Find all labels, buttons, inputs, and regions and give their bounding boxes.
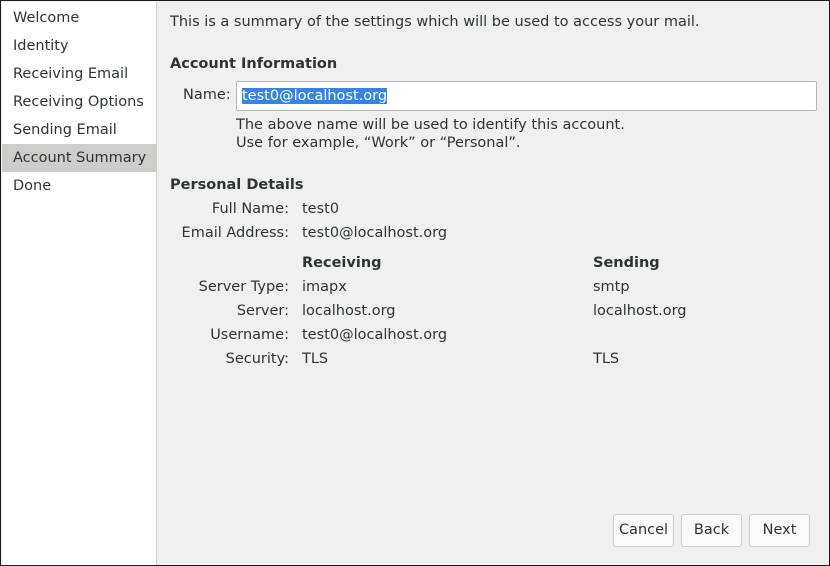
sidebar: Welcome Identity Receiving Email Receivi… xyxy=(2,2,157,565)
receiving-column-header: Receiving xyxy=(302,255,382,271)
server-label: Server: xyxy=(236,303,289,319)
security-label: Security: xyxy=(225,351,289,367)
name-hint-line2: Use for example, “Work” or “Personal”. xyxy=(236,135,521,151)
name-label: Name: xyxy=(183,87,231,103)
assistant-window: Welcome Identity Receiving Email Receivi… xyxy=(0,0,830,566)
sidebar-item-done[interactable]: Done xyxy=(2,172,157,200)
sending-security: TLS xyxy=(593,351,620,367)
sidebar-item-sending-email[interactable]: Sending Email xyxy=(2,116,157,144)
receiving-username: test0@localhost.org xyxy=(302,327,448,343)
full-name-label: Full Name: xyxy=(211,201,289,217)
sidebar-item-account-summary[interactable]: Account Summary xyxy=(2,144,157,172)
receiving-server: localhost.org xyxy=(302,303,396,319)
username-label: Username: xyxy=(210,327,289,343)
personal-details-heading: Personal Details xyxy=(170,177,304,193)
full-name-value: test0 xyxy=(302,201,340,217)
summary-page: This is a summary of the settings which … xyxy=(158,2,829,565)
sidebar-item-welcome[interactable]: Welcome xyxy=(2,4,157,32)
receiving-security: TLS xyxy=(302,351,329,367)
account-name-input[interactable] xyxy=(236,81,817,111)
server-type-label: Server Type: xyxy=(198,279,289,295)
name-hint-line1: The above name will be used to identify … xyxy=(236,117,625,133)
email-address-value: test0@localhost.org xyxy=(302,225,448,241)
intro-text: This is a summary of the settings which … xyxy=(170,14,700,30)
sending-server: localhost.org xyxy=(593,303,687,319)
receiving-server-type: imapx xyxy=(302,279,347,295)
sending-server-type: smtp xyxy=(593,279,630,295)
cancel-button[interactable]: Cancel xyxy=(613,514,674,547)
next-button[interactable]: Next xyxy=(749,514,810,547)
sidebar-item-receiving-email[interactable]: Receiving Email xyxy=(2,60,157,88)
email-address-label: Email Address: xyxy=(181,225,289,241)
sending-column-header: Sending xyxy=(593,255,660,271)
sidebar-item-receiving-options[interactable]: Receiving Options xyxy=(2,88,157,116)
account-information-heading: Account Information xyxy=(170,56,338,72)
back-button[interactable]: Back xyxy=(681,514,742,547)
sidebar-item-identity[interactable]: Identity xyxy=(2,32,157,60)
